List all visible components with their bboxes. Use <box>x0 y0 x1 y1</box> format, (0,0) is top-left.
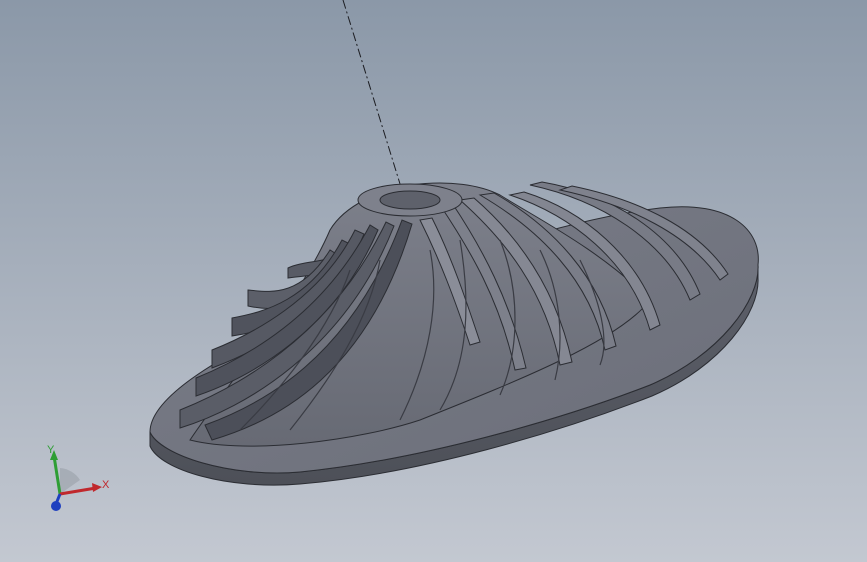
hub-bore <box>379 190 441 210</box>
z-axis-icon <box>51 501 61 511</box>
y-axis-label: Y <box>47 444 55 456</box>
triad-y-axis <box>52 455 62 495</box>
model-view[interactable] <box>0 0 867 562</box>
x-axis-label: X <box>102 479 110 491</box>
graphics-viewport[interactable]: Y X <box>0 0 867 562</box>
x-arrow-icon <box>92 483 102 492</box>
view-triad[interactable]: Y X <box>40 440 120 520</box>
